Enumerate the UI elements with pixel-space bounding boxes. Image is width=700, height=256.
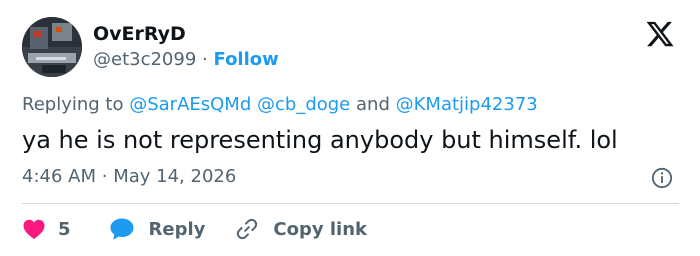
divider	[22, 203, 679, 204]
tweet-text: ya he is not representing anybody but hi…	[22, 126, 618, 154]
reply-context: Replying to @SarAEsQMd @cb_doge and @KMa…	[22, 94, 538, 116]
author-display-name[interactable]: OvErRyD	[93, 23, 186, 45]
link-icon	[237, 218, 258, 240]
like-button[interactable]: 5	[22, 218, 71, 240]
copy-link-button[interactable]: Copy link	[235, 217, 367, 241]
tweet-time[interactable]: 4:46 AM	[22, 166, 96, 187]
heart-icon	[23, 219, 45, 239]
meta-separator: ·	[101, 166, 108, 187]
handle-separator: ·	[202, 49, 208, 70]
tweet-card: OvErRyD @et3c2099 · Follow Replying to @…	[0, 0, 700, 256]
tweet-meta: 4:46 AM · May 14, 2026	[22, 166, 236, 188]
avatar[interactable]	[22, 17, 82, 77]
speech-bubble-icon	[110, 218, 134, 240]
reply-label: Reply	[148, 218, 206, 240]
mention-link[interactable]: @KMatjip42373	[396, 94, 538, 115]
info-icon[interactable]	[651, 167, 673, 189]
reply-context-prefix: Replying to	[22, 94, 124, 115]
copy-link-label: Copy link	[273, 218, 367, 240]
action-bar: 5 Reply Copy link	[22, 217, 367, 241]
follow-link[interactable]: Follow	[214, 49, 279, 70]
mention-link[interactable]: @cb_doge	[257, 94, 350, 115]
mention-link[interactable]: @SarAEsQMd	[129, 94, 251, 115]
author-handle[interactable]: @et3c2099	[93, 49, 196, 70]
reply-context-conjunction: and	[356, 94, 390, 115]
x-logo[interactable]	[645, 20, 675, 48]
avatar-image	[22, 17, 82, 77]
reply-button[interactable]: Reply	[109, 217, 206, 241]
author-handle-row: @et3c2099 · Follow	[93, 49, 279, 71]
tweet-date[interactable]: May 14, 2026	[113, 166, 236, 187]
like-count: 5	[58, 218, 71, 240]
